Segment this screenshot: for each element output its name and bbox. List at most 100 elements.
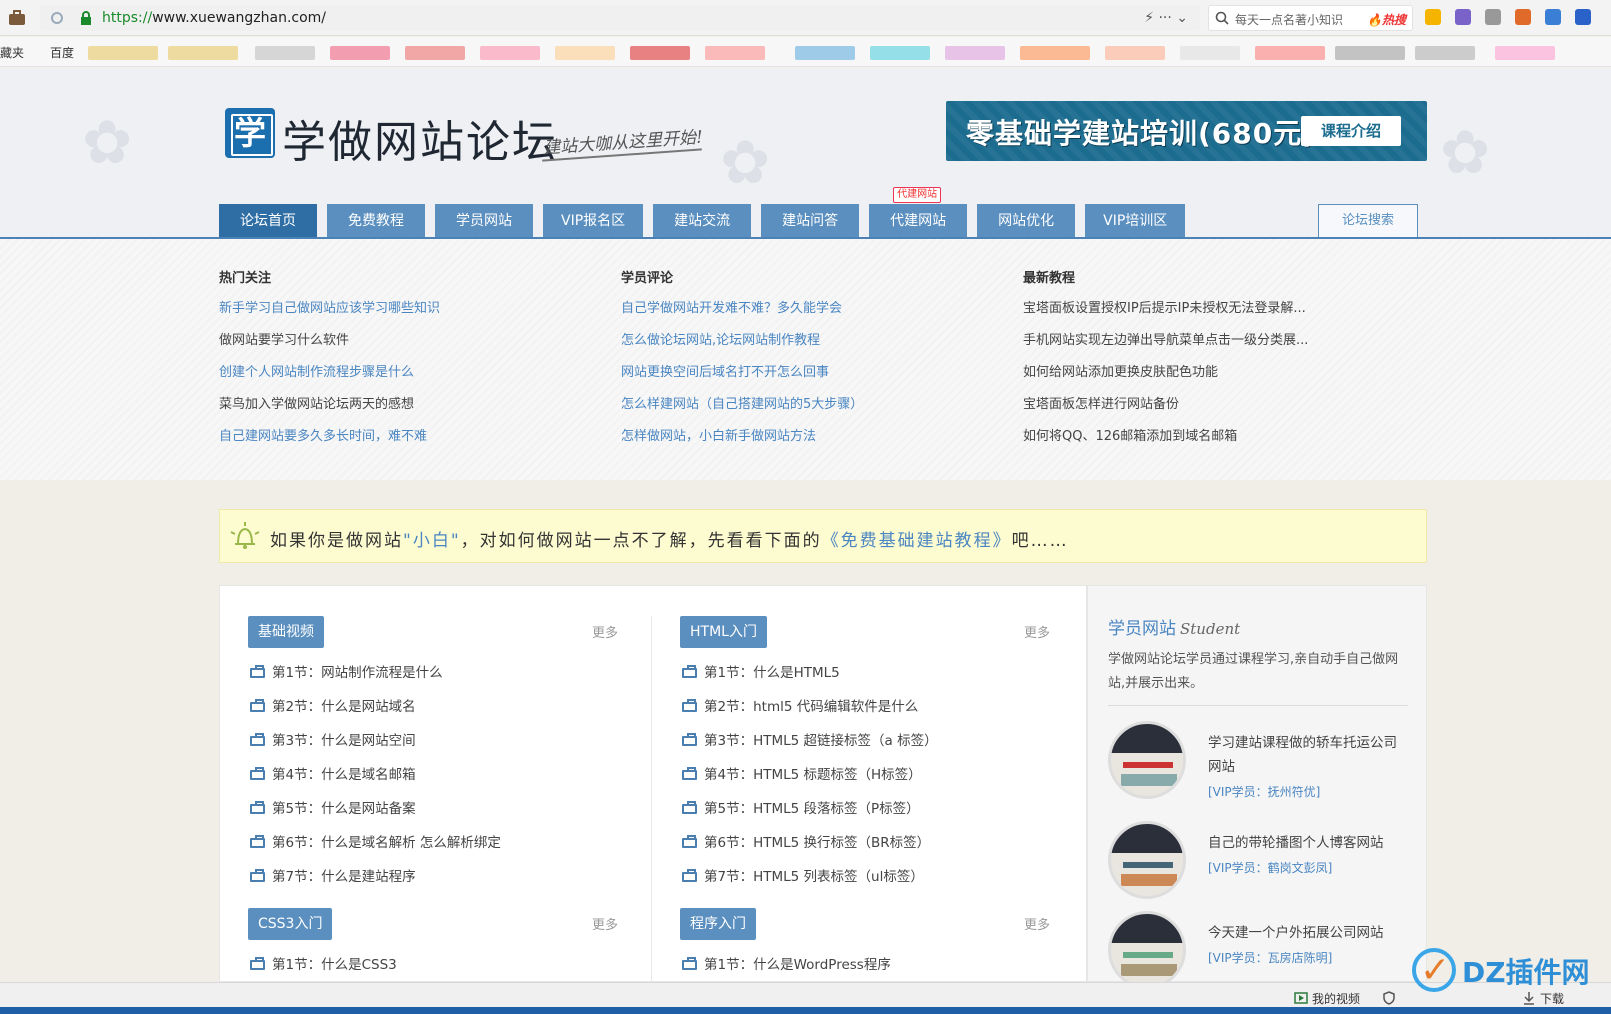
address-tools[interactable]: ⚡ ··· ⌄ <box>1144 10 1188 26</box>
more-link[interactable]: 更多 <box>1024 914 1050 933</box>
shield-extension-icon[interactable] <box>1425 9 1441 25</box>
reload-icon[interactable] <box>50 11 64 25</box>
download-link[interactable]: 下载 <box>1540 990 1564 1007</box>
hot-link[interactable]: 怎么样建网站（自己搭建网站的5大步骤） <box>621 396 1001 414</box>
lesson-item[interactable]: 第1节：什么是HTML5 <box>680 656 1050 690</box>
lesson-item[interactable]: 第2节：html5 代码编辑软件是什么 <box>680 690 1050 724</box>
hot-link[interactable]: 手机网站实现左边弹出导航菜单点击一级分类展... <box>1023 332 1403 350</box>
magnifier-extension-icon[interactable] <box>1545 9 1561 25</box>
nav-item-seo[interactable]: 网站优化 <box>977 204 1076 238</box>
block-tag[interactable]: 程序入门 <box>680 908 756 940</box>
logo-icon[interactable]: 学 <box>225 108 275 158</box>
lesson-item[interactable]: 第1节：网站制作流程是什么 <box>248 656 618 690</box>
hot-link[interactable]: 宝塔面板设置授权IP后提示IP未授权无法登录解... <box>1023 300 1403 318</box>
nav-item-vip-training[interactable]: VIP培训区 <box>1085 204 1186 238</box>
lesson-item[interactable]: 第4节：HTML5 标题标签（H标签） <box>680 758 1050 792</box>
block-tag[interactable]: HTML入门 <box>680 616 767 648</box>
hot-link[interactable]: 怎样做网站，小白新手做网站方法 <box>621 428 1001 446</box>
my-video-link[interactable]: 我的视频 <box>1312 990 1360 1007</box>
bookmark-item[interactable] <box>945 46 1005 60</box>
briefcase-icon[interactable] <box>8 9 26 27</box>
block-tag[interactable]: CSS3入门 <box>248 908 333 940</box>
nav-item-vip-signup[interactable]: VIP报名区 <box>543 204 644 238</box>
lesson-item[interactable]: 第5节：什么是网站备案 <box>248 792 618 826</box>
lesson-item[interactable]: 第3节：什么是网站空间 <box>248 724 618 758</box>
bookmark-item[interactable] <box>795 46 855 60</box>
hot-link[interactable]: 如何给网站添加更换皮肤配色功能 <box>1023 364 1403 382</box>
lesson-item[interactable]: 第6节：什么是域名解析 怎么解析绑定 <box>248 826 618 860</box>
nav-item-tutorials[interactable]: 免费教程 <box>327 204 425 238</box>
more-link[interactable]: 更多 <box>592 914 618 933</box>
student-site-title[interactable]: 自己的带轮播图个人博客网站 <box>1208 831 1408 855</box>
student-site-item[interactable]: 学习建站课程做的轿车托运公司网站 [VIP学员：抚州符优] <box>1108 721 1408 801</box>
bookmark-item[interactable] <box>555 46 615 60</box>
game-extension-icon[interactable] <box>1515 9 1531 25</box>
bookmark-item[interactable] <box>705 46 765 60</box>
bookmark-item[interactable] <box>1335 46 1405 60</box>
bookmark-item[interactable] <box>255 46 315 60</box>
hot-link[interactable]: 创建个人网站制作流程步骤是什么 <box>219 364 599 382</box>
hot-link[interactable]: 网站更换空间后域名打不开怎么回事 <box>621 364 1001 382</box>
bookmark-item[interactable] <box>168 46 238 60</box>
lesson-item[interactable]: 第5节：HTML5 段落标签（P标签） <box>680 792 1050 826</box>
bookmark-favorites[interactable]: 藏夹 <box>0 44 24 61</box>
lesson-item[interactable]: 第3节：HTML5 超链接标签（a 标签） <box>680 724 1050 758</box>
browser-search-box[interactable]: 每天一点名著小知识 🔥热搜 <box>1208 5 1413 31</box>
site-thumbnail[interactable] <box>1108 721 1186 799</box>
lesson-item[interactable]: 第1节：什么是WordPress程序 <box>680 948 1050 982</box>
site-thumbnail[interactable] <box>1108 821 1186 899</box>
hot-link[interactable]: 新手学习自己做网站应该学习哪些知识 <box>219 300 599 318</box>
bookmark-item[interactable] <box>630 46 690 60</box>
hot-link[interactable]: 自己建网站要多久多长时间，难不难 <box>219 428 599 446</box>
lesson-item[interactable]: 第4节：什么是域名邮箱 <box>248 758 618 792</box>
video-icon[interactable] <box>1294 991 1308 1005</box>
shield-icon[interactable] <box>1382 991 1396 1005</box>
student-site-title[interactable]: 今天建一个户外拓展公司网站 <box>1208 921 1408 945</box>
bookmark-baidu[interactable]: 百度 <box>50 44 74 61</box>
student-site-item[interactable]: 自己的带轮播图个人博客网站 [VIP学员：鹤岗文彭凤] <box>1108 821 1408 901</box>
lesson-item[interactable]: 第1节：什么是CSS3 <box>248 948 618 982</box>
translate-extension-icon[interactable] <box>1455 9 1471 25</box>
lesson-item[interactable]: 第7节：什么是建站程序 <box>248 860 618 894</box>
bookmark-item[interactable] <box>1255 46 1325 60</box>
site-thumbnail[interactable] <box>1108 911 1186 989</box>
app-extension-icon[interactable] <box>1575 9 1591 25</box>
nav-item-home[interactable]: 论坛首页 <box>219 204 317 238</box>
lesson-item[interactable]: 第6节：HTML5 换行标签（BR标签） <box>680 826 1050 860</box>
hot-link[interactable]: 菜鸟加入学做网站论坛两天的感想 <box>219 396 599 414</box>
block-tag[interactable]: 基础视频 <box>248 616 324 648</box>
address-bar[interactable]: https://www.xuewangzhan.com/ ⚡ ··· ⌄ <box>40 5 1200 31</box>
free-tutorial-link[interactable]: 《免费基础建站教程》 <box>822 531 1012 551</box>
nav-item-build-service[interactable]: 代建网站 代建网站 <box>869 187 968 238</box>
hot-link[interactable]: 做网站要学习什么软件 <box>219 332 599 350</box>
bookmark-item[interactable] <box>1020 46 1090 60</box>
bookmark-item[interactable] <box>330 46 390 60</box>
bookmark-item[interactable] <box>88 46 158 60</box>
bookmark-item[interactable] <box>1495 46 1555 60</box>
site-title[interactable]: 学做网站论坛 <box>282 106 558 170</box>
bookmark-item[interactable] <box>1105 46 1165 60</box>
course-banner[interactable]: 零基础学建站培训(680元) 课程介绍 <box>946 101 1427 161</box>
hot-link[interactable]: 宝塔面板怎样进行网站备份 <box>1023 396 1403 414</box>
banner-button[interactable]: 课程介绍 <box>1301 116 1401 146</box>
bookmark-item[interactable] <box>1415 46 1475 60</box>
scissors-icon[interactable] <box>1485 9 1501 25</box>
bookmark-item[interactable] <box>1180 46 1240 60</box>
lesson-item[interactable]: 第7节：HTML5 列表标签（ul标签） <box>680 860 1050 894</box>
lesson-item[interactable]: 第2节：什么是网站域名 <box>248 690 618 724</box>
forum-search-button[interactable]: 论坛搜索 <box>1318 204 1418 238</box>
nav-item-exchange[interactable]: 建站交流 <box>653 204 752 238</box>
bookmark-item[interactable] <box>480 46 540 60</box>
more-link[interactable]: 更多 <box>592 622 618 641</box>
bookmark-item[interactable] <box>870 46 930 60</box>
hot-link[interactable]: 自己学做网站开发难不难？多久能学会 <box>621 300 1001 318</box>
bookmark-item[interactable] <box>405 46 465 60</box>
student-site-title[interactable]: 学习建站课程做的轿车托运公司网站 <box>1208 731 1408 779</box>
nav-item-student-sites[interactable]: 学员网站 <box>435 204 533 238</box>
nav-item-qa[interactable]: 建站问答 <box>761 204 860 238</box>
student-site-item[interactable]: 今天建一个户外拓展公司网站 [VIP学员：瓦房店陈明] <box>1108 911 1408 991</box>
hot-link[interactable]: 怎么做论坛网站,论坛网站制作教程 <box>621 332 1001 350</box>
hot-link[interactable]: 如何将QQ、126邮箱添加到域名邮箱 <box>1023 428 1403 446</box>
download-icon[interactable] <box>1522 991 1536 1005</box>
more-link[interactable]: 更多 <box>1024 622 1050 641</box>
